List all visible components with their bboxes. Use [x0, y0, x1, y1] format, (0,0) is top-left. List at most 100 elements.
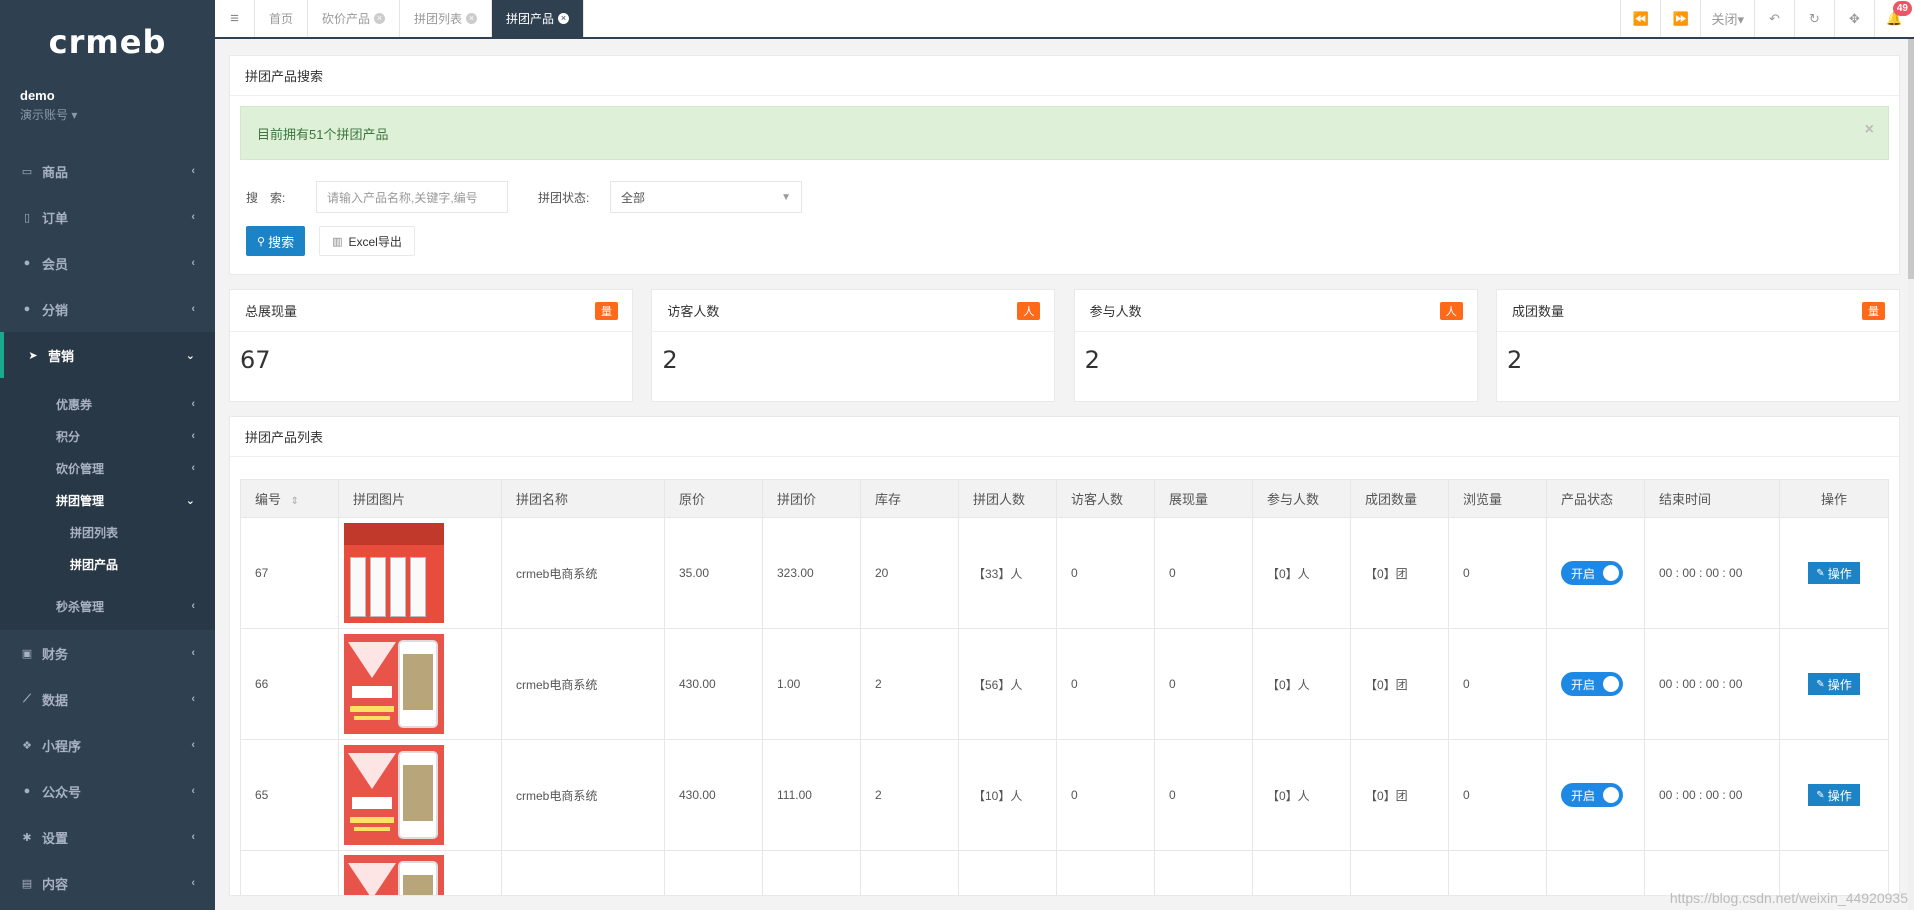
marketing-submenu: 优惠券 ‹ 积分 ‹ 砍价管理 ‹ 拼团管理 ⌄ 拼团列表 拼团产品 秒杀管理 ‹	[0, 378, 215, 630]
forward-icon[interactable]: ⏩	[1660, 0, 1700, 37]
close-tab-icon[interactable]: ×	[558, 13, 570, 24]
tab-bar: ≡ 首页 砍价产品 × 拼团列表 × 拼团产品 × ⏪ ⏩ 关闭▾ ↶ ↻ ✥ 🔔 49	[215, 0, 1914, 39]
pencil-icon: ✎	[1816, 567, 1825, 579]
backward-icon[interactable]: ⏪	[1620, 0, 1660, 37]
search-icon: ⚲	[257, 235, 266, 248]
sub-item-bargain[interactable]: 砍价管理 ‹	[0, 452, 215, 484]
status-toggle[interactable]: 开启	[1561, 783, 1623, 807]
chevron-left-icon: ‹	[191, 257, 195, 269]
list-panel-title: 拼团产品列表	[230, 417, 1899, 457]
close-dropdown[interactable]: 关闭▾	[1700, 0, 1754, 37]
bell-icon[interactable]: 🔔 49	[1874, 0, 1914, 37]
nav-item-members[interactable]: ● 会员 ‹	[0, 240, 215, 286]
chevron-down-icon: ⌄	[185, 494, 195, 507]
search-form: 搜 索: 请输入产品名称,关键字,编号 拼团状态: 全部 ▼	[230, 180, 1899, 214]
nav-menu: ▭ 商品 ‹ ▯ 订单 ‹ ● 会员 ‹ ● 分销 ‹ ➤ 营销 ⌄ 优惠券 ‹ 积分 ‹ 砍价管理 ‹ …	[0, 148, 215, 906]
fullscreen-icon[interactable]: ✥	[1834, 0, 1874, 37]
chevron-left-icon: ‹	[191, 462, 195, 474]
search-button[interactable]: ⚲ 搜索	[246, 226, 306, 256]
close-tab-icon[interactable]: ×	[374, 13, 386, 24]
chevron-down-icon: ⌄	[185, 349, 195, 362]
nav-item-miniprogram[interactable]: ❖ 小程序 ‹	[0, 722, 215, 768]
table-header: 编号 ⇕ 拼团图片 拼团名称 原价 拼团价 库存 拼团人数 访客人数 展现量 参…	[240, 479, 1889, 518]
sub-item-group-products[interactable]: 拼团产品	[0, 548, 215, 580]
column-header: 产品状态	[1546, 479, 1645, 518]
nav-item-content[interactable]: ▤ 内容 ‹	[0, 860, 215, 906]
search-input[interactable]: 请输入产品名称,关键字,编号	[316, 181, 508, 213]
info-alert: 目前拥有51个拼团产品 ×	[240, 106, 1889, 160]
stats-row: 总展现量量 67 访客人数人 2 参与人数人 2 成团数量量 2	[229, 289, 1900, 402]
action-button[interactable]: ✎ 操作	[1808, 562, 1860, 584]
sub-item-group-list[interactable]: 拼团列表	[0, 516, 215, 548]
table-row: 67 crmeb电商系统 35.00 323.00 20 【33】人 0 0 【…	[240, 517, 1889, 629]
status-select[interactable]: 全部 ▼	[610, 181, 802, 213]
tab-bargain-products[interactable]: 砍价产品 ×	[308, 0, 401, 37]
refresh-icon[interactable]: ↻	[1794, 0, 1834, 37]
column-header: 原价	[664, 479, 763, 518]
table-row: 66 crmeb电商系统 430.00 1.00 2 【56】人 0 0 【0】…	[240, 628, 1889, 740]
tab-home[interactable]: 首页	[255, 0, 309, 37]
caret-down-icon: ▼	[781, 191, 791, 203]
order-icon: ▯	[23, 211, 31, 224]
nav-item-marketing[interactable]: ➤ 营销 ⌄	[0, 332, 215, 378]
chevron-left-icon: ‹	[191, 647, 195, 659]
chevron-left-icon: ‹	[191, 693, 195, 705]
column-header: 拼团图片	[338, 479, 502, 518]
status-label: 拼团状态:	[538, 190, 590, 205]
sub-item-coupons[interactable]: 优惠券 ‹	[0, 388, 215, 420]
stat-badge: 人	[1439, 301, 1463, 320]
product-image[interactable]	[344, 634, 444, 734]
undo-icon[interactable]: ↶	[1754, 0, 1794, 37]
sub-item-group-buy[interactable]: 拼团管理 ⌄	[0, 484, 215, 516]
column-header: 拼团价	[762, 479, 861, 518]
book-icon: ▤	[21, 877, 33, 890]
page-scrollbar[interactable]	[1908, 39, 1914, 910]
logo: crmeb	[48, 23, 167, 61]
product-image[interactable]	[344, 855, 444, 895]
watermark: https://blog.csdn.net/weixin_44920935	[1669, 890, 1908, 906]
nav-item-goods[interactable]: ▭ 商品 ‹	[0, 148, 215, 194]
sub-item-points[interactable]: 积分 ‹	[0, 420, 215, 452]
column-header[interactable]: 编号 ⇕	[240, 479, 339, 518]
user-block: demo 演示账号 ▾	[0, 84, 215, 136]
status-toggle[interactable]: 开启	[1561, 561, 1623, 585]
chevron-left-icon: ‹	[191, 600, 195, 612]
scrollbar-thumb[interactable]	[1908, 39, 1914, 279]
trash-icon: ▥	[332, 235, 343, 248]
laptop-icon: ▭	[21, 165, 33, 178]
user-name: demo	[20, 88, 55, 103]
tab-group-list[interactable]: 拼团列表 ×	[400, 0, 493, 37]
stat-value: 2	[662, 346, 678, 374]
action-button[interactable]: ✎ 操作	[1808, 784, 1860, 806]
search-panel: 拼团产品搜索 目前拥有51个拼团产品 × 搜 索: 请输入产品名称,关键字,编号…	[229, 55, 1900, 275]
sub-item-seckill[interactable]: 秒杀管理 ‹	[0, 590, 215, 622]
product-table: 编号 ⇕ 拼团图片 拼团名称 原价 拼团价 库存 拼团人数 访客人数 展现量 参…	[240, 479, 1889, 895]
search-label: 搜 索:	[246, 190, 286, 205]
nav-item-distribution[interactable]: ● 分销 ‹	[0, 286, 215, 332]
nav-item-settings[interactable]: ✱ 设置 ‹	[0, 814, 215, 860]
product-image[interactable]	[344, 745, 444, 845]
users-icon: ●	[23, 303, 31, 315]
stat-value: 67	[240, 346, 271, 374]
table-row: 65 crmeb电商系统 430.00 111.00 2 【10】人 0 0 【…	[240, 739, 1889, 851]
user-role-dropdown[interactable]: 演示账号 ▾	[20, 106, 195, 123]
close-icon[interactable]: ×	[1865, 121, 1874, 139]
tab-group-products[interactable]: 拼团产品 ×	[492, 0, 585, 37]
nav-item-data[interactable]: ⟋ 数据 ‹	[0, 676, 215, 722]
column-header: 拼团人数	[958, 479, 1057, 518]
stat-badge: 量	[595, 301, 618, 320]
menu-toggle-icon[interactable]: ≡	[215, 0, 255, 37]
status-toggle[interactable]: 开启	[1561, 672, 1623, 696]
close-tab-icon[interactable]: ×	[466, 13, 478, 24]
nav-item-wechat[interactable]: ● 公众号 ‹	[0, 768, 215, 814]
action-button[interactable]: ✎ 操作	[1808, 673, 1860, 695]
chevron-left-icon: ‹	[191, 165, 195, 177]
sidebar: crmeb demo 演示账号 ▾ ▭ 商品 ‹ ▯ 订单 ‹ ● 会员 ‹ ● 分销 ‹ ➤ 营…	[0, 0, 215, 910]
nav-item-finance[interactable]: ▣ 财务 ‹	[0, 630, 215, 676]
column-header: 操作	[1779, 479, 1889, 518]
nav-item-orders[interactable]: ▯ 订单 ‹	[0, 194, 215, 240]
excel-export-button[interactable]: ▥ Excel导出	[319, 226, 415, 256]
stat-card-participants: 参与人数人 2	[1073, 289, 1478, 402]
product-image[interactable]	[344, 523, 444, 623]
stat-badge: 量	[1861, 301, 1885, 320]
